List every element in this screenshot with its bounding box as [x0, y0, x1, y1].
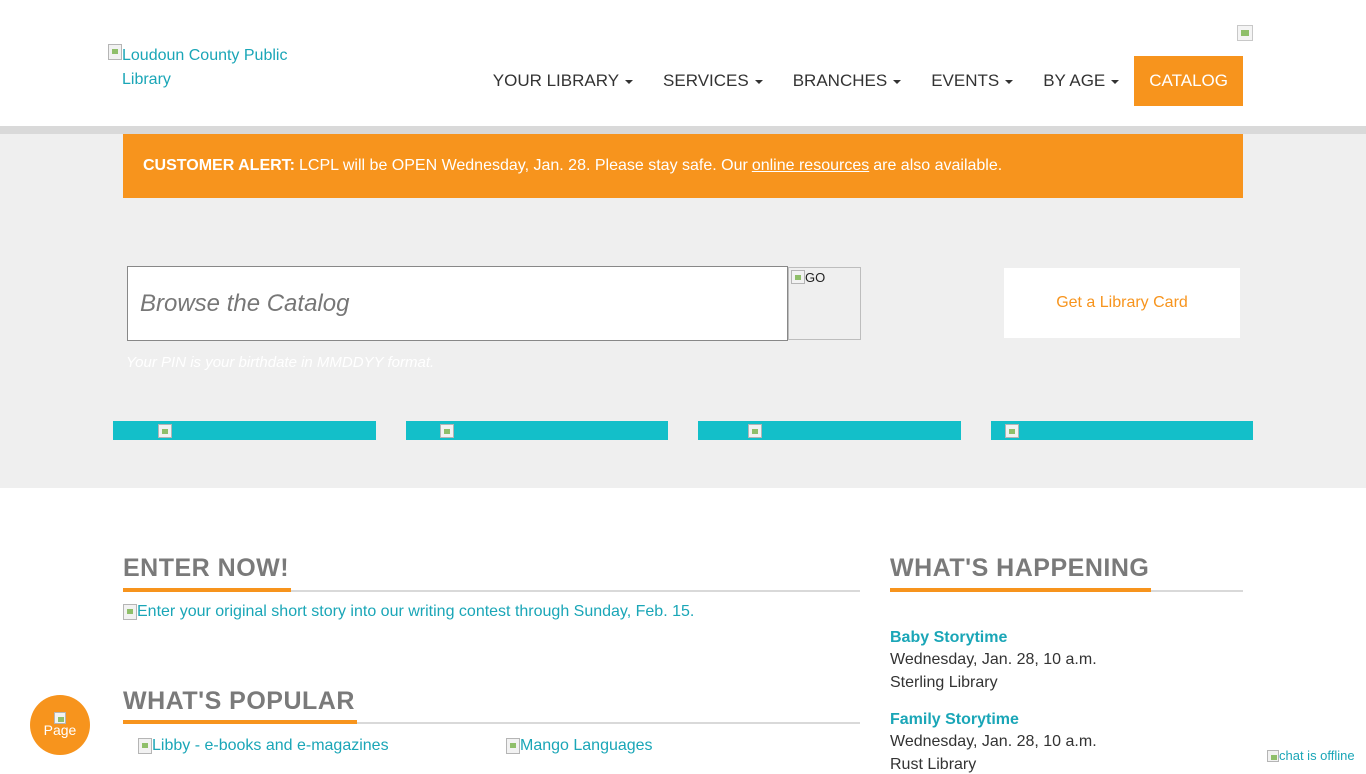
popular-label: Mango Languages [520, 737, 653, 754]
nav-branches[interactable]: BRANCHES [778, 56, 916, 106]
nav-label: CATALOG [1149, 71, 1228, 90]
logo-alt-text: Loudoun County Public Library [122, 47, 288, 88]
broken-image-icon [747, 423, 762, 438]
heading-accent [123, 588, 291, 592]
main-nav: YOUR LIBRARY SERVICES BRANCHES EVENTS BY… [478, 56, 1243, 106]
go-label: GO [805, 270, 826, 285]
hero-section: CUSTOMER ALERT: LCPL will be OPEN Wednes… [0, 134, 1366, 488]
page-feedback-button[interactable]: Page [30, 695, 90, 755]
caret-down-icon [754, 80, 763, 84]
heading-accent [123, 720, 357, 724]
event-title-link[interactable]: Family Storytime [890, 711, 1019, 729]
quick-link-4[interactable] [991, 421, 1253, 440]
popular-label: Libby - e-books and e-magazines [152, 737, 389, 754]
event-datetime: Wednesday, Jan. 28, 10 a.m. [890, 733, 1097, 750]
site-header: Loudoun County Public Library YOUR LIBRA… [0, 0, 1366, 126]
caret-down-icon [1005, 80, 1014, 84]
enter-now-heading: ENTER NOW! [123, 554, 290, 582]
whats-popular-heading: WHAT'S POPULAR [123, 687, 355, 715]
chat-status-text: chat is offline [1279, 748, 1355, 763]
nav-label: EVENTS [931, 71, 1000, 90]
event-location: Sterling Library [890, 674, 998, 691]
header-divider [0, 126, 1366, 134]
caret-down-icon [893, 80, 902, 84]
broken-image-icon [108, 44, 122, 60]
nav-catalog-button[interactable]: CATALOG [1134, 56, 1243, 106]
nav-events[interactable]: EVENTS [916, 56, 1028, 106]
nav-label: SERVICES [663, 71, 749, 90]
broken-image-icon [1005, 423, 1019, 438]
broken-image-icon [138, 738, 152, 754]
event-title-link[interactable]: Baby Storytime [890, 629, 1007, 647]
card-label: Get a Library Card [1056, 294, 1188, 311]
caret-down-icon [625, 80, 634, 84]
broken-image-icon [791, 270, 805, 284]
nav-label: YOUR LIBRARY [492, 71, 620, 90]
search-go-button[interactable]: GO [788, 267, 861, 340]
broken-image-icon [54, 712, 66, 724]
catalog-search-input[interactable]: Browse the Catalog [127, 266, 788, 341]
nav-label: BRANCHES [792, 71, 888, 90]
nav-by-age[interactable]: BY AGE [1028, 56, 1134, 106]
writing-contest-link[interactable]: Enter your original short story into our… [123, 603, 694, 621]
broken-image-icon [506, 738, 520, 754]
mango-languages-link[interactable]: Mango Languages [506, 737, 653, 755]
broken-image-icon [1267, 749, 1279, 762]
nav-your-library[interactable]: YOUR LIBRARY [478, 56, 648, 106]
chat-widget[interactable]: chat is offline [1267, 748, 1355, 763]
alert-suffix: are also available. [873, 157, 1003, 174]
libby-link[interactable]: Libby - e-books and e-magazines [138, 737, 389, 755]
nav-label: BY AGE [1043, 71, 1106, 90]
alert-text: LCPL will be OPEN Wednesday, Jan. 28. Pl… [299, 157, 748, 174]
contest-text: Enter your original short story into our… [137, 603, 695, 620]
quick-link-3[interactable] [698, 421, 961, 440]
nav-services[interactable]: SERVICES [648, 56, 778, 106]
customer-alert-banner: CUSTOMER ALERT: LCPL will be OPEN Wednes… [123, 134, 1243, 198]
quick-link-1[interactable] [113, 421, 376, 440]
whats-happening-heading: WHAT'S HAPPENING [890, 554, 1150, 582]
broken-image-icon [157, 423, 172, 438]
get-library-card-button[interactable]: Get a Library Card [1004, 268, 1240, 338]
alert-prefix: CUSTOMER ALERT: [143, 157, 295, 174]
page-bubble-label: Page [43, 722, 77, 738]
search-placeholder: Browse the Catalog [140, 289, 350, 317]
library-logo[interactable]: Loudoun County Public Library [108, 44, 308, 92]
caret-down-icon [1111, 80, 1120, 84]
event-datetime: Wednesday, Jan. 28, 10 a.m. [890, 651, 1097, 668]
broken-image-icon [1237, 25, 1253, 41]
online-resources-link[interactable]: online resources [752, 157, 869, 175]
quick-link-2[interactable] [406, 421, 668, 440]
broken-image-icon [123, 604, 137, 620]
quick-links-row [113, 421, 1253, 440]
event-location: Rust Library [890, 756, 977, 773]
heading-accent [890, 588, 1151, 592]
pin-hint-text: Your PIN is your birthdate in MMDDYY for… [126, 354, 435, 371]
broken-image-icon [440, 423, 454, 438]
